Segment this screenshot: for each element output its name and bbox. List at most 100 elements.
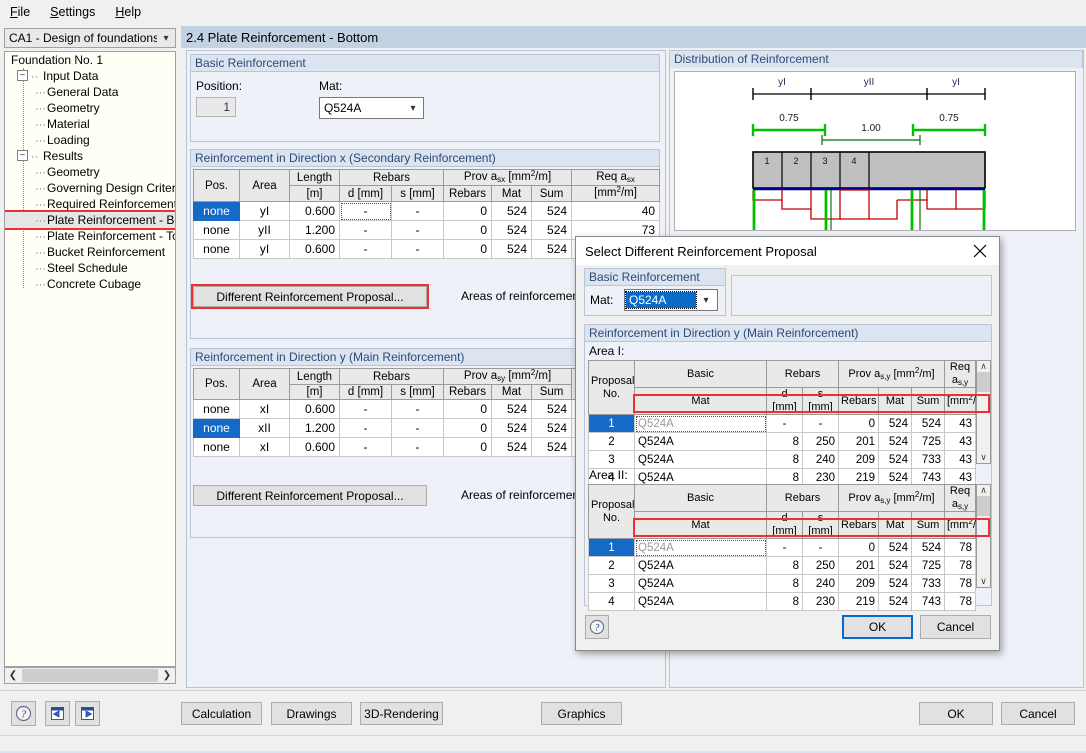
proposal-row[interactable]: 3 Q524A 8 240 209 524 733 43 bbox=[588, 450, 976, 469]
different-reinforcement-proposal-x-button[interactable]: Different Reinforcement Proposal... bbox=[191, 284, 429, 309]
row-pos-button[interactable]: none bbox=[193, 418, 240, 438]
tree-item-steel-schedule[interactable]: ···Steel Schedule bbox=[5, 260, 175, 276]
ok-button[interactable]: OK bbox=[919, 702, 993, 725]
proposal-req: 78 bbox=[944, 556, 976, 575]
scroll-down-icon[interactable]: ∨ bbox=[980, 576, 987, 587]
proposal-mat[interactable]: Q524A bbox=[634, 450, 767, 469]
area1-table[interactable]: Proposal No. Basic Rebars Prov as,y [mm2/… bbox=[588, 360, 988, 487]
proposal-mat[interactable]: Q524A bbox=[634, 538, 767, 557]
col-s: s [mm] bbox=[390, 384, 445, 400]
proposal-mat[interactable]: Q524A bbox=[634, 592, 767, 611]
proposal-mat[interactable]: Q524A bbox=[634, 556, 767, 575]
navigator-horizontal-scrollbar[interactable]: ❮ ❯ bbox=[4, 667, 176, 684]
proposal-no[interactable]: 2 bbox=[588, 556, 635, 575]
tree-item-bucket-reinforcement[interactable]: ···Bucket Reinforcement bbox=[5, 244, 175, 260]
row-pos-button[interactable]: none bbox=[193, 201, 240, 221]
tree-item-governing-design-criteria[interactable]: ···Governing Design Criteria bbox=[5, 180, 175, 196]
collapse-icon[interactable]: – bbox=[17, 70, 28, 82]
row-length[interactable]: 0.600 bbox=[289, 437, 340, 457]
table-row[interactable]: none yI 0.600 - - 0 524 524 40 bbox=[193, 201, 661, 221]
proposal-mat[interactable]: Q524A bbox=[634, 574, 767, 593]
mat-combo[interactable]: Q524A ▾ bbox=[319, 97, 424, 119]
area1-vertical-scrollbar[interactable]: ∧ ∨ bbox=[976, 360, 991, 464]
proposal-row[interactable]: 3 Q524A 8 240 209 524 733 78 bbox=[588, 574, 976, 593]
menu-help[interactable]: Help bbox=[105, 2, 151, 22]
dialog-help-button[interactable]: ? bbox=[585, 615, 609, 639]
proposal-no[interactable]: 2 bbox=[588, 432, 635, 451]
tree-item-required-reinforcement[interactable]: ···Required Reinforcement bbox=[5, 196, 175, 212]
scroll-right-icon[interactable]: ❯ bbox=[159, 670, 175, 681]
dim-left-label: 0.75 bbox=[779, 113, 799, 124]
drawings-button[interactable]: Drawings bbox=[271, 702, 352, 725]
proposal-no[interactable]: 3 bbox=[588, 574, 635, 593]
proposal-mat[interactable]: Q524A bbox=[634, 414, 767, 433]
proposal-row[interactable]: 2 Q524A 8 250 201 524 725 78 bbox=[588, 556, 976, 575]
next-page-button[interactable] bbox=[75, 701, 100, 726]
proposal-no[interactable]: 1 bbox=[588, 538, 635, 557]
tree-item-plate-reinforcement-bottom[interactable]: ···Plate Reinforcement - Bottom bbox=[5, 210, 175, 230]
proposal-no[interactable]: 4 bbox=[588, 592, 635, 611]
collapse-icon[interactable]: – bbox=[17, 150, 28, 162]
tree-item-foundation[interactable]: Foundation No. 1 bbox=[5, 52, 175, 68]
row-length[interactable]: 0.600 bbox=[289, 239, 340, 259]
proposal-s: - bbox=[802, 414, 839, 433]
row-length[interactable]: 1.200 bbox=[289, 418, 340, 438]
menu-file[interactable]: FFileile bbox=[0, 2, 40, 22]
help-button[interactable]: ? bbox=[11, 701, 36, 726]
graphics-button[interactable]: Graphics bbox=[541, 702, 622, 725]
dialog-cancel-button[interactable]: Cancel bbox=[920, 615, 991, 639]
tree-item-loading[interactable]: ···Loading bbox=[5, 132, 175, 148]
tree-item-label: Material bbox=[47, 117, 90, 131]
project-selector-combo[interactable]: CA1 - Design of foundations ▾ bbox=[4, 28, 176, 48]
row-length[interactable]: 1.200 bbox=[289, 220, 340, 240]
distribution-diagram[interactable]: yI yII yI 0.75 0.75 1.00 1 2 3 4 bbox=[674, 71, 1076, 231]
mat-combo-value: Q524A bbox=[324, 101, 362, 115]
area2-vertical-scrollbar[interactable]: ∧ ∨ bbox=[976, 484, 991, 588]
different-reinforcement-proposal-y-button[interactable]: Different Reinforcement Proposal... bbox=[193, 485, 427, 506]
tree-item-results[interactable]: – ·· Results bbox=[5, 148, 175, 164]
proposal-no[interactable]: 3 bbox=[588, 450, 635, 469]
tree-item-concrete-cubage[interactable]: ···Concrete Cubage bbox=[5, 276, 175, 292]
row-length[interactable]: 0.600 bbox=[289, 399, 340, 419]
calculation-button[interactable]: Calculation bbox=[181, 702, 262, 725]
tree-item-label: Steel Schedule bbox=[47, 261, 128, 275]
dialog-ok-button[interactable]: OK bbox=[842, 615, 913, 639]
col-rebars: Rebars bbox=[838, 511, 879, 539]
menu-settings[interactable]: Settings bbox=[40, 2, 105, 22]
scroll-up-icon[interactable]: ∧ bbox=[980, 485, 987, 496]
scrollbar-thumb[interactable] bbox=[977, 372, 990, 392]
row-pos-button[interactable]: none bbox=[193, 399, 240, 419]
tree-item-geometry-results[interactable]: ···Geometry bbox=[5, 164, 175, 180]
dialog-mat-combo[interactable]: Q524A ▾ bbox=[624, 289, 718, 311]
proposal-row[interactable]: 2 Q524A 8 250 201 524 725 43 bbox=[588, 432, 976, 451]
cancel-button[interactable]: Cancel bbox=[1001, 702, 1075, 725]
proposal-sum: 524 bbox=[911, 538, 945, 557]
previous-page-button[interactable] bbox=[45, 701, 70, 726]
proposal-row[interactable]: 1 Q524A - - 0 524 524 78 bbox=[588, 538, 976, 557]
row-length[interactable]: 0.600 bbox=[289, 201, 340, 221]
tree-item-geometry-input[interactable]: ···Geometry bbox=[5, 100, 175, 116]
row-pos-button[interactable]: none bbox=[193, 220, 240, 240]
scrollbar-thumb[interactable] bbox=[22, 669, 158, 682]
area2-table[interactable]: Proposal No. Basic Rebars Prov as,y [mm2/… bbox=[588, 484, 988, 611]
tree-item-general-data[interactable]: ···General Data bbox=[5, 84, 175, 100]
scroll-up-icon[interactable]: ∧ bbox=[980, 361, 987, 372]
scroll-down-icon[interactable]: ∨ bbox=[980, 452, 987, 463]
proposal-mat[interactable]: Q524A bbox=[634, 432, 767, 451]
navigator-tree[interactable]: Foundation No. 1 – ·· Input Data ···Genera… bbox=[4, 51, 176, 667]
tree-item-material[interactable]: ···Material bbox=[5, 116, 175, 132]
proposal-row[interactable]: 1 Q524A - - 0 524 524 43 bbox=[588, 414, 976, 433]
tree-item-plate-reinforcement-top[interactable]: ···Plate Reinforcement - Top bbox=[5, 228, 175, 244]
row-pos-button[interactable]: none bbox=[193, 239, 240, 259]
scroll-left-icon[interactable]: ❮ bbox=[5, 670, 21, 681]
area2-label: Area II: bbox=[589, 468, 628, 482]
scrollbar-thumb[interactable] bbox=[977, 496, 990, 516]
tree-item-input-data[interactable]: – ·· Input Data bbox=[5, 68, 175, 84]
3d-rendering-button[interactable]: 3D-Rendering bbox=[360, 702, 443, 725]
col-mat-sub: Mat bbox=[634, 387, 767, 415]
row-pos-button[interactable]: none bbox=[193, 437, 240, 457]
proposal-row[interactable]: 4 Q524A 8 230 219 524 743 78 bbox=[588, 592, 976, 611]
row-diameter[interactable]: - bbox=[339, 201, 392, 221]
close-icon[interactable] bbox=[961, 237, 999, 265]
proposal-no[interactable]: 1 bbox=[588, 414, 635, 433]
